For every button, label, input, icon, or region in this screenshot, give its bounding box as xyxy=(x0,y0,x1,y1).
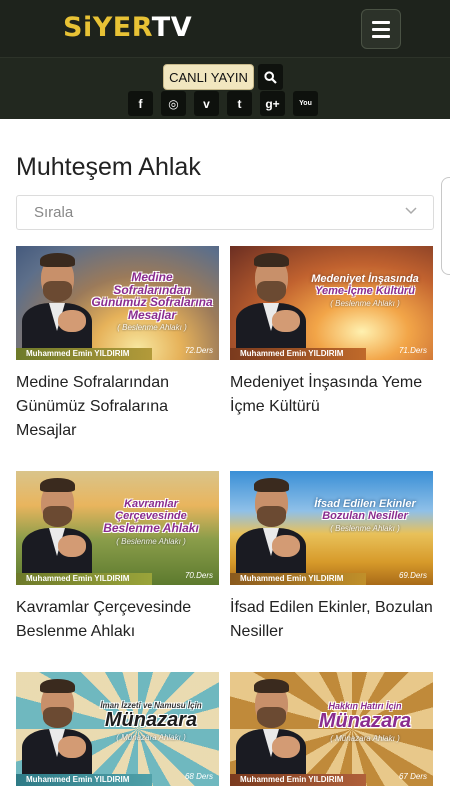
search-icon xyxy=(264,70,277,84)
thumbnail-caption: Medine Sofralarından Günümüz Sofralarına… xyxy=(91,270,213,333)
sub-navbar: CANLI YAYIN f ◎ v t g+ You xyxy=(0,58,450,119)
menu-line xyxy=(372,20,390,24)
video-card[interactable]: Hakkın Hatırı İçin Münazara ( Münazara A… xyxy=(230,672,433,797)
video-thumbnail[interactable]: Kavramlar Çerçevesinde Beslenme Ahlakı (… xyxy=(16,471,219,585)
presenter-bar: Muhammed Emin YILDIRIM 69.Ders xyxy=(230,571,433,585)
side-drawer-handle[interactable] xyxy=(441,177,450,275)
sort-placeholder: Sırala xyxy=(34,204,74,221)
logo-text-siyer: SiYER xyxy=(63,12,152,43)
thumbnail-caption: Medeniyet İnşasında Yeme-İçme Kültürü ( … xyxy=(311,273,419,309)
video-thumbnail[interactable]: İman İzzeti ve Namusu İçin Münazara ( Mü… xyxy=(16,672,219,786)
search-button[interactable] xyxy=(258,64,283,90)
top-navbar: SiYERTV xyxy=(0,0,450,58)
page-title: Muhteşem Ahlak xyxy=(16,153,201,181)
presenter-bar: Muhammed Emin YILDIRIM 71.Ders xyxy=(230,346,433,360)
video-card[interactable]: İman İzzeti ve Namusu İçin Münazara ( Mü… xyxy=(16,672,219,797)
logo-text-tv: TV xyxy=(151,12,193,43)
facebook-icon[interactable]: f xyxy=(128,91,153,116)
google-plus-icon[interactable]: g+ xyxy=(260,91,285,116)
thumbnail-caption: Hakkın Hatırı İçin Münazara ( Münazara A… xyxy=(318,701,412,744)
thumbnail-caption: İfsad Edilen Ekinler Bozulan Nesiller ( … xyxy=(314,498,416,534)
presenter-bar: Muhammed Emin YILDIRIM 70.Ders xyxy=(16,571,219,585)
video-title[interactable]: İfsad Edilen Ekinler, Bozulan Nesiller xyxy=(230,596,433,644)
video-title[interactable]: Medine Sofralarından Günümüz Sofralarına… xyxy=(16,371,219,443)
thumbnail-caption: Kavramlar Çerçevesinde Beslenme Ahlakı (… xyxy=(103,498,199,546)
video-card[interactable]: Medine Sofralarından Günümüz Sofralarına… xyxy=(16,246,219,471)
youtube-icon[interactable]: You xyxy=(293,91,318,116)
site-logo[interactable]: SiYERTV xyxy=(63,12,192,43)
video-title[interactable]: Kavramlar Çerçevesinde Beslenme Ahlakı xyxy=(16,596,219,644)
sort-select[interactable]: Sırala xyxy=(16,195,434,230)
presenter-photo xyxy=(16,248,94,349)
video-card[interactable]: İfsad Edilen Ekinler Bozulan Nesiller ( … xyxy=(230,471,433,672)
presenter-bar: Muhammed Emin YILDIRIM 67 Ders xyxy=(230,772,433,786)
presenter-bar: Muhammed Emin YILDIRIM 68 Ders xyxy=(16,772,219,786)
chevron-down-icon xyxy=(405,207,417,215)
video-thumbnail[interactable]: İfsad Edilen Ekinler Bozulan Nesiller ( … xyxy=(230,471,433,585)
live-broadcast-button[interactable]: CANLI YAYIN xyxy=(163,64,254,90)
menu-line xyxy=(372,34,390,38)
main-content: Muhteşem Ahlak Sırala Medine Sofralarınd… xyxy=(0,153,450,797)
presenter-photo xyxy=(230,473,308,574)
hamburger-menu-icon[interactable] xyxy=(361,9,401,49)
thumbnail-caption: İman İzzeti ve Namusu İçin Münazara ( Mü… xyxy=(100,701,202,743)
video-card[interactable]: Medeniyet İnşasında Yeme-İçme Kültürü ( … xyxy=(230,246,433,471)
video-grid: İman İzzeti ve Namusu İçin Münazara ( Mü… xyxy=(16,672,434,797)
presenter-photo xyxy=(16,473,94,574)
presenter-photo xyxy=(230,248,308,349)
video-thumbnail[interactable]: Hakkın Hatırı İçin Münazara ( Münazara A… xyxy=(230,672,433,786)
video-title[interactable]: Medeniyet İnşasında Yeme İçme Kültürü xyxy=(230,371,433,419)
instagram-icon[interactable]: ◎ xyxy=(161,91,186,116)
social-links: f ◎ v t g+ You xyxy=(128,91,318,116)
presenter-photo xyxy=(16,674,94,775)
menu-line xyxy=(372,27,390,31)
video-card[interactable]: Kavramlar Çerçevesinde Beslenme Ahlakı (… xyxy=(16,471,219,672)
presenter-bar: Muhammed Emin YILDIRIM 72.Ders xyxy=(16,346,219,360)
presenter-photo xyxy=(230,674,308,775)
video-thumbnail[interactable]: Medeniyet İnşasında Yeme-İçme Kültürü ( … xyxy=(230,246,433,360)
twitter-icon[interactable]: t xyxy=(227,91,252,116)
video-grid: Kavramlar Çerçevesinde Beslenme Ahlakı (… xyxy=(16,471,434,672)
vimeo-icon[interactable]: v xyxy=(194,91,219,116)
video-grid: Medine Sofralarından Günümüz Sofralarına… xyxy=(16,246,434,471)
video-thumbnail[interactable]: Medine Sofralarından Günümüz Sofralarına… xyxy=(16,246,219,360)
